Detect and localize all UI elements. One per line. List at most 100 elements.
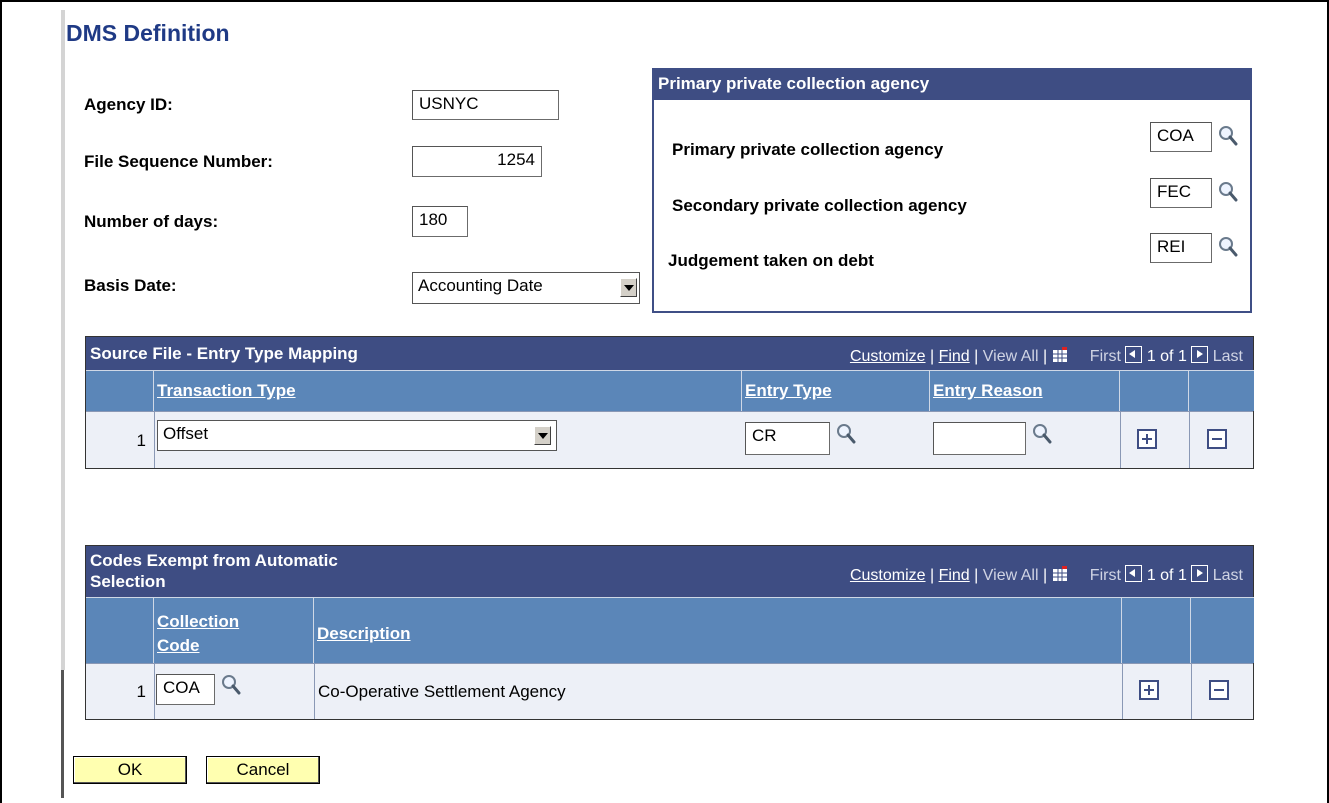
collection-code-input[interactable]: COA [156, 674, 215, 705]
primary-agency-label: Primary private collection agency [672, 140, 944, 159]
description-column-header[interactable]: Description [314, 597, 1122, 663]
magnifier-icon[interactable] [1218, 236, 1238, 258]
exempt-grid-title-line2: Selection [90, 572, 166, 591]
find-link[interactable]: Find [939, 348, 970, 365]
file-sequence-label: File Sequence Number: [84, 152, 273, 171]
add-row-button[interactable] [1137, 429, 1157, 449]
row-number: 1 [136, 431, 146, 450]
grid-download-icon[interactable] [1052, 347, 1068, 363]
exempt-grid-title: Codes Exempt from Automatic Selection [90, 551, 338, 591]
entry-type-header-label[interactable]: Entry Type [745, 381, 832, 401]
transaction-type-value: Offset [163, 424, 209, 443]
column-divider [1122, 663, 1123, 719]
number-of-days-label: Number of days: [84, 212, 219, 231]
column-divider [154, 663, 155, 719]
page-title: DMS Definition [66, 20, 230, 46]
left-margin-bar [61, 10, 65, 670]
row-count: 1 of 1 [1146, 567, 1187, 584]
ok-button[interactable]: OK [73, 756, 187, 784]
delete-column-header [1191, 597, 1254, 663]
next-icon[interactable] [1191, 565, 1209, 582]
find-link[interactable]: Find [939, 567, 970, 584]
column-divider [1191, 663, 1192, 719]
chevron-down-icon[interactable] [534, 426, 551, 445]
column-divider [154, 411, 155, 468]
transaction-type-column-header[interactable]: Transaction Type [154, 370, 742, 411]
secondary-agency-label: Secondary private collection agency [672, 196, 967, 215]
row-number-column-header [86, 597, 154, 663]
basis-date-label: Basis Date: [84, 276, 177, 295]
row-number: 1 [136, 682, 146, 701]
last-label: Last [1212, 348, 1243, 365]
nav-separator: | [1042, 567, 1048, 584]
exempt-grid-nav: Customize | Find | View All | First 1 of… [850, 565, 1243, 585]
entry-reason-column-header[interactable]: Entry Reason [930, 370, 1120, 411]
row-number-column-header [86, 370, 154, 411]
collection-agency-box-title: Primary private collection agency [654, 70, 1250, 100]
agency-id-input[interactable]: USNYC [412, 90, 559, 120]
next-icon[interactable] [1191, 346, 1209, 363]
nav-separator: | [974, 567, 979, 584]
magnifier-icon[interactable] [221, 674, 241, 696]
collection-code-column-header[interactable]: Collection Code [154, 597, 314, 663]
previous-icon[interactable] [1125, 565, 1143, 582]
transaction-type-header-label[interactable]: Transaction Type [157, 381, 296, 401]
collection-agency-box: Primary private collection agency Primar… [652, 68, 1252, 313]
exempt-codes-grid: Codes Exempt from Automatic Selection Cu… [85, 545, 1254, 720]
first-label: First [1089, 567, 1121, 584]
secondary-agency-input[interactable]: FEC [1150, 178, 1212, 208]
customize-link[interactable]: Customize [850, 567, 926, 584]
nav-separator: | [974, 348, 979, 365]
first-label: First [1089, 348, 1121, 365]
basis-date-select[interactable]: Accounting Date [412, 272, 640, 304]
nav-separator: | [1042, 348, 1048, 365]
judgement-input[interactable]: REI [1150, 233, 1212, 263]
entry-type-input[interactable]: CR [745, 422, 830, 455]
nav-separator: | [929, 348, 935, 365]
delete-row-button[interactable] [1207, 429, 1227, 449]
transaction-type-select[interactable]: Offset [157, 420, 557, 451]
cancel-button[interactable]: Cancel [206, 756, 320, 784]
row-count: 1 of 1 [1146, 348, 1187, 365]
previous-icon[interactable] [1125, 346, 1143, 363]
number-of-days-input[interactable]: 180 [412, 206, 468, 237]
left-margin-bar-dark [61, 670, 64, 798]
file-sequence-input[interactable]: 1254 [412, 146, 542, 177]
column-divider [314, 663, 315, 719]
chevron-down-icon[interactable] [620, 278, 637, 297]
delete-row-button[interactable] [1209, 680, 1229, 700]
description-value: Co-Operative Settlement Agency [318, 682, 566, 701]
exempt-grid-header: Codes Exempt from Automatic Selection Cu… [86, 546, 1253, 597]
delete-column-header [1189, 370, 1254, 411]
magnifier-icon[interactable] [836, 423, 856, 445]
view-all-link[interactable]: View All [983, 348, 1039, 365]
add-column-header [1122, 597, 1191, 663]
column-divider [1120, 411, 1121, 468]
mapping-grid-title: Source File - Entry Type Mapping [90, 344, 358, 363]
magnifier-icon[interactable] [1218, 125, 1238, 147]
column-divider [1189, 411, 1190, 468]
table-row: 1 Offset CR [86, 411, 1253, 468]
collection-code-header-line1[interactable]: Collection [157, 612, 239, 632]
basis-date-value: Accounting Date [418, 276, 543, 295]
description-header-label[interactable]: Description [317, 624, 411, 644]
view-all-link[interactable]: View All [983, 567, 1039, 584]
exempt-grid-title-line1: Codes Exempt from Automatic [90, 551, 338, 570]
table-row: 1 COA Co-Operative Settlement Agency [86, 663, 1253, 719]
entry-reason-header-label[interactable]: Entry Reason [933, 381, 1043, 401]
mapping-grid-header: Source File - Entry Type Mapping Customi… [86, 337, 1253, 370]
judgement-label: Judgement taken on debt [668, 251, 874, 270]
primary-agency-input[interactable]: COA [1150, 122, 1212, 152]
entry-type-column-header[interactable]: Entry Type [742, 370, 930, 411]
magnifier-icon[interactable] [1032, 423, 1052, 445]
grid-download-icon[interactable] [1052, 566, 1068, 582]
entry-reason-input[interactable] [933, 422, 1026, 455]
last-label: Last [1212, 567, 1243, 584]
add-column-header [1120, 370, 1189, 411]
agency-id-label: Agency ID: [84, 95, 173, 114]
nav-separator: | [929, 567, 935, 584]
customize-link[interactable]: Customize [850, 348, 926, 365]
magnifier-icon[interactable] [1218, 181, 1238, 203]
collection-code-header-line2[interactable]: Code [157, 636, 200, 656]
add-row-button[interactable] [1139, 680, 1159, 700]
